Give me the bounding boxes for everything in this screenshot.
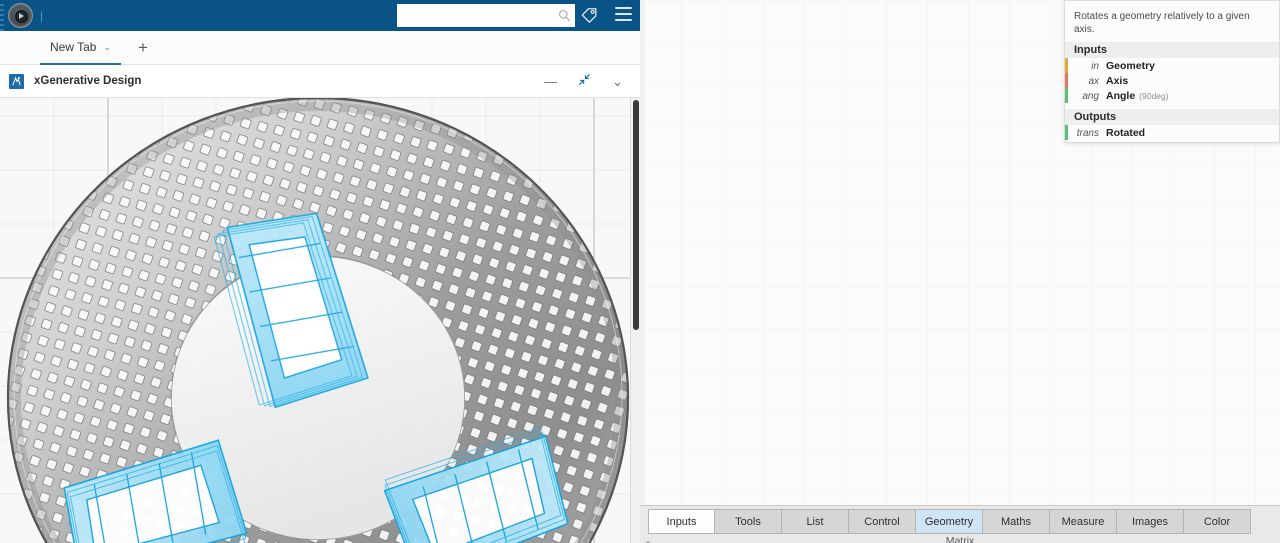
tab-label: New Tab xyxy=(50,40,97,54)
tooltip-inputs-header: Inputs xyxy=(1065,42,1279,58)
3d-model-viewport[interactable] xyxy=(0,98,640,543)
tooltip-input-row: ang Angle (90deg) xyxy=(1065,88,1279,103)
tab-label: Tools xyxy=(735,515,761,528)
input-default: (90deg) xyxy=(1139,90,1169,101)
collapse-button[interactable] xyxy=(578,73,591,89)
tab-color[interactable]: Color xyxy=(1184,509,1251,534)
window-controls: — ⌄ xyxy=(544,73,640,89)
tab-label: Color xyxy=(1203,515,1231,528)
chevron-down-icon[interactable]: ⌄ xyxy=(103,42,111,53)
hamburger-menu-icon[interactable] xyxy=(615,7,632,23)
viewport-scrollbar-thumb[interactable] xyxy=(633,100,639,330)
palette-tabs: Inputs Tools List Control Geometry Maths… xyxy=(648,509,1251,534)
tooltip-outputs-header: Outputs xyxy=(1065,109,1279,125)
application-window: | New Tab ⌄ + xGenerative Design — ⌄ Inp… xyxy=(0,0,1280,543)
expand-caret-icon[interactable]: ⌄ xyxy=(612,75,623,88)
add-tab-button[interactable]: + xyxy=(134,39,152,57)
output-color-bar xyxy=(1065,125,1068,140)
input-abbr: in xyxy=(1091,60,1099,72)
output-abbr: trans xyxy=(1076,127,1099,139)
left-pane: | New Tab ⌄ + xGenerative Design — ⌄ xyxy=(0,0,640,543)
node-documentation-tooltip: Rotates a geometry relatively to a given… xyxy=(1064,0,1280,143)
tab-geometry[interactable]: Geometry xyxy=(916,509,983,534)
tab-label: Maths xyxy=(1001,515,1031,528)
topbar-separator: | xyxy=(40,9,45,23)
tab-list[interactable]: List xyxy=(782,509,849,534)
input-abbr: ang xyxy=(1082,90,1099,102)
viewport-scene xyxy=(0,98,640,543)
input-abbr: ax xyxy=(1088,75,1099,87)
tab-images[interactable]: Images xyxy=(1117,509,1184,534)
rail-decoration xyxy=(0,4,4,36)
palette-subtitle: Matrix xyxy=(945,535,975,543)
viewport-scrollbar[interactable] xyxy=(630,98,640,543)
input-name: Axis xyxy=(1106,74,1129,87)
input-color-bar xyxy=(1065,58,1068,73)
input-color-bar xyxy=(1065,88,1068,103)
tab-label: Inputs xyxy=(666,515,697,528)
tab-inputs[interactable]: Inputs xyxy=(648,509,715,534)
document-header: xGenerative Design — ⌄ xyxy=(0,65,640,98)
tooltip-description: Rotates a geometry relatively to a given… xyxy=(1074,11,1250,35)
tab-label: List xyxy=(806,515,824,528)
tab-maths[interactable]: Maths xyxy=(983,509,1050,534)
page-title: xGenerative Design xyxy=(34,75,142,87)
search-icon[interactable] xyxy=(553,4,575,27)
tooltip-input-row: ax Axis xyxy=(1065,73,1279,88)
tooltip-output-row: trans Rotated xyxy=(1065,125,1279,140)
tab-control[interactable]: Control xyxy=(849,509,916,534)
tab-strip: New Tab ⌄ + xyxy=(0,31,640,65)
tag-icon[interactable] xyxy=(580,6,598,25)
app-logo-icon[interactable] xyxy=(8,3,33,28)
tab-label: Measure xyxy=(1061,515,1105,528)
input-name: Angle xyxy=(1106,89,1136,102)
tooltip-input-row: in Geometry xyxy=(1065,58,1279,73)
input-color-bar xyxy=(1065,73,1068,88)
output-name: Rotated xyxy=(1106,126,1146,139)
tab-label: Images xyxy=(1131,515,1169,528)
search-box[interactable] xyxy=(397,4,575,27)
tooltip-output-note: created geometry. xyxy=(1065,141,1279,142)
tab-new-tab[interactable]: New Tab ⌄ xyxy=(40,31,122,65)
minimize-button[interactable]: — xyxy=(544,75,557,88)
palette-tab-bar: Inputs Tools List Control Geometry Maths… xyxy=(640,505,1280,543)
search-input[interactable] xyxy=(397,5,553,26)
input-name: Geometry xyxy=(1106,59,1156,72)
generative-design-icon xyxy=(9,73,24,89)
tab-tools[interactable]: Tools xyxy=(715,509,782,534)
graph-left-gutter xyxy=(640,0,645,505)
tab-label: Geometry xyxy=(924,515,974,528)
tooltip-arrow-icon xyxy=(1088,0,1100,1)
top-app-bar: | xyxy=(0,0,640,36)
tab-label: Control xyxy=(864,515,900,528)
tab-measure[interactable]: Measure xyxy=(1050,509,1117,534)
